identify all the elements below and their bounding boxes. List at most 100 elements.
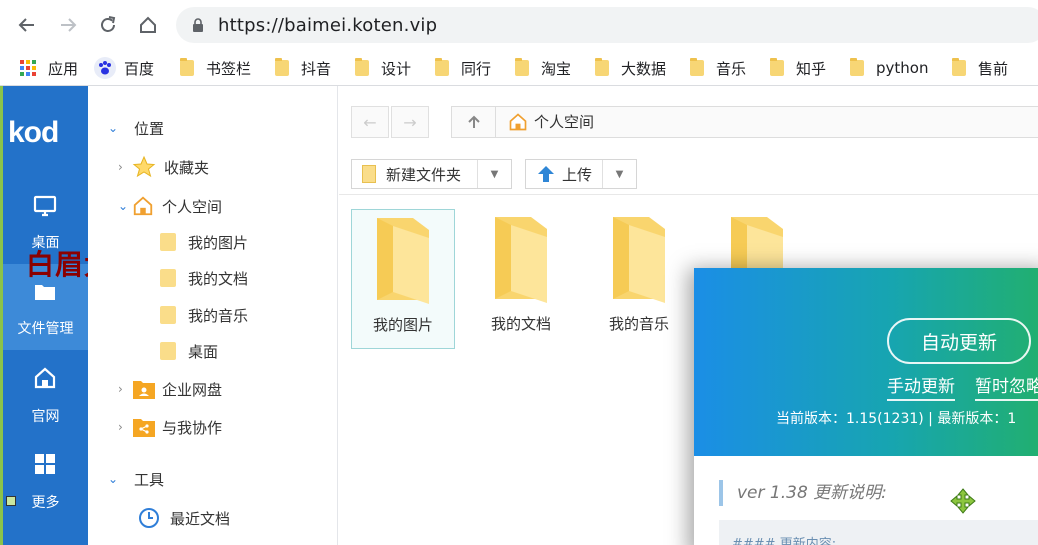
update-dialog-header: 自动更新 手动更新 暂时忽略 当前版本：1.15(1231) | 最新版本：1: [694, 268, 1038, 456]
folder-icon: [952, 58, 966, 76]
share-folder-icon: [133, 419, 155, 437]
nav-item-website[interactable]: 官网: [3, 350, 88, 436]
home-icon: [140, 16, 156, 33]
file-item-my-pictures[interactable]: 我的图片: [351, 209, 455, 349]
tree-section-tools[interactable]: ⌄ 工具: [108, 464, 164, 494]
upload-button[interactable]: 上传 ▼: [525, 159, 637, 189]
file-item-my-music[interactable]: 我的音乐: [587, 209, 691, 349]
bookmark-folder[interactable]: 大数据: [595, 54, 666, 82]
tree-item-desktop[interactable]: 桌面: [160, 336, 218, 366]
forward-button[interactable]: [55, 12, 81, 38]
folder-icon: [850, 58, 864, 76]
update-dialog: 自动更新 手动更新 暂时忽略 当前版本：1.15(1231) | 最新版本：1 …: [694, 268, 1038, 545]
bookmark-folder[interactable]: 设计: [355, 54, 411, 82]
chevron-right-icon: ›: [118, 420, 123, 434]
tree-item-shared[interactable]: › 与我协作: [118, 412, 222, 442]
move-cursor-icon: [950, 488, 976, 514]
chevron-down-icon: ⌄: [108, 472, 119, 486]
folder-icon: [180, 58, 194, 76]
folder-icon: [160, 269, 176, 287]
caret-down-icon[interactable]: ▼: [477, 160, 511, 188]
tree-item-favorites[interactable]: › 收藏夹: [118, 152, 209, 182]
grid-icon: [35, 454, 55, 474]
breadcrumb-item[interactable]: 个人空间: [508, 111, 594, 132]
tree-item-recent-docs[interactable]: 最近文档: [138, 503, 230, 533]
home-button[interactable]: [135, 12, 161, 38]
version-info: 当前版本：1.15(1231) | 最新版本：1: [776, 411, 1017, 427]
arrow-right-icon: →: [403, 112, 417, 132]
chevron-down-icon: ⌄: [118, 199, 129, 213]
history-forward-button[interactable]: →: [391, 106, 429, 138]
apps-grid-icon: [20, 60, 36, 76]
folder-icon: [595, 58, 609, 76]
bookmark-folder[interactable]: 售前: [952, 54, 1008, 82]
folder-tree: ⌄ 位置 › 收藏夹 ⌄ 个人空间 我的图片 我的文档 我的音乐 桌面 › 企业…: [88, 86, 338, 545]
browser-toolbar: https://baimei.koten.vip: [0, 0, 1038, 50]
back-button[interactable]: [14, 12, 40, 38]
chevron-right-icon: ›: [118, 160, 123, 174]
monitor-icon: [33, 195, 57, 217]
arrow-right-icon: [61, 18, 77, 32]
tree-item-enterprise-disk[interactable]: › 企业网盘: [118, 374, 222, 404]
group-folder-icon: [133, 381, 155, 399]
chevron-down-icon: ⌄: [108, 121, 119, 135]
kod-logo: kod: [8, 116, 59, 149]
bookmark-folder[interactable]: 知乎: [770, 54, 826, 82]
status-indicator: [6, 496, 16, 506]
tree-item-personal-space[interactable]: ⌄ 个人空间: [118, 191, 222, 221]
arrow-up-icon: [467, 115, 480, 128]
manual-update-link[interactable]: 手动更新: [887, 372, 955, 401]
nav-item-more[interactable]: 更多: [3, 436, 88, 522]
ignore-update-link[interactable]: 暂时忽略: [975, 372, 1038, 401]
upload-arrow-icon: [538, 166, 554, 182]
url-text: https://baimei.koten.vip: [218, 15, 438, 36]
bookmark-baidu[interactable]: 百度: [94, 54, 154, 82]
arrow-left-icon: ←: [363, 112, 377, 132]
release-notes-heading: #### 更新内容:: [732, 537, 837, 545]
bookmark-folder[interactable]: 抖音: [275, 54, 331, 82]
release-notes-title: ver 1.38 更新说明:: [719, 480, 887, 506]
folder-icon: [770, 58, 784, 76]
app-sidebar: kod 桌面 文件管理 官网 更多: [3, 86, 88, 545]
folder-icon: [495, 217, 547, 303]
folder-icon: [275, 58, 289, 76]
folder-icon: [690, 58, 704, 76]
tree-section-location[interactable]: ⌄ 位置: [108, 113, 164, 143]
home-icon: [133, 196, 153, 216]
folder-icon: [515, 58, 529, 76]
bookmark-folder[interactable]: 同行: [435, 54, 491, 82]
folder-icon: [435, 58, 449, 76]
caret-down-icon[interactable]: ▼: [602, 160, 636, 188]
bookmark-folder[interactable]: 书签栏: [180, 54, 251, 82]
up-button[interactable]: [452, 107, 496, 137]
reload-icon: [101, 16, 116, 32]
folder-icon: [160, 233, 176, 251]
tree-item-my-music[interactable]: 我的音乐: [160, 300, 248, 330]
folder-icon: [160, 342, 176, 360]
folder-icon: [160, 306, 176, 324]
reload-button[interactable]: [95, 12, 121, 38]
tree-item-my-documents[interactable]: 我的文档: [160, 263, 248, 293]
toolbar-divider: [339, 194, 1038, 195]
folder-icon: [35, 285, 55, 300]
bookmark-folder[interactable]: python: [850, 54, 928, 82]
history-back-button[interactable]: ←: [351, 106, 389, 138]
address-bar[interactable]: https://baimei.koten.vip: [176, 7, 1038, 43]
home-icon: [509, 112, 527, 130]
tree-item-my-pictures[interactable]: 我的图片: [160, 227, 248, 257]
bookmarks-bar: 应用 百度 书签栏 抖音 设计 同行 淘宝 大数据 音乐 知乎 python 售…: [0, 50, 1038, 86]
folder-icon: [362, 165, 376, 183]
bookmark-folder[interactable]: 淘宝: [515, 54, 571, 82]
file-item-my-documents[interactable]: 我的文档: [469, 209, 573, 349]
bookmark-apps[interactable]: 应用: [20, 54, 78, 82]
folder-icon: [377, 218, 429, 304]
chevron-right-icon: ›: [118, 382, 123, 396]
lock-icon: [193, 18, 203, 32]
path-breadcrumb[interactable]: 个人空间: [451, 106, 1038, 138]
new-folder-button[interactable]: 新建文件夹 ▼: [351, 159, 512, 189]
bookmark-folder[interactable]: 音乐: [690, 54, 746, 82]
folder-icon: [355, 58, 369, 76]
auto-update-button[interactable]: 自动更新: [887, 318, 1031, 364]
clock-icon: [139, 508, 159, 528]
arrow-left-icon: [18, 18, 34, 32]
